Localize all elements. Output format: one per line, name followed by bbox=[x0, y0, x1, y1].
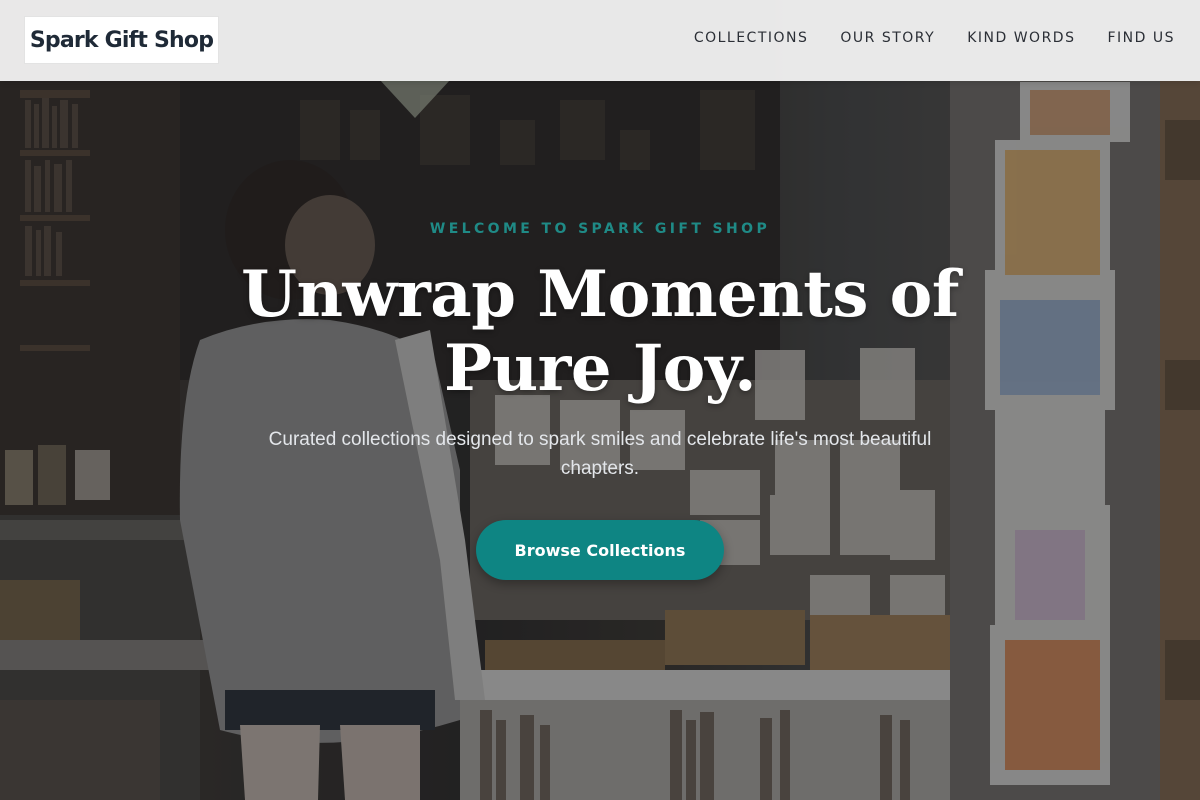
hero-headline: Unwrap Moments of Pure Joy. bbox=[241, 257, 959, 406]
browse-collections-button[interactable]: Browse Collections bbox=[476, 520, 724, 580]
hero-subtitle: Curated collections designed to spark sm… bbox=[268, 429, 932, 479]
nav-link-our-story[interactable]: OUR STORY bbox=[840, 30, 935, 46]
nav-link-find-us[interactable]: FIND US bbox=[1107, 30, 1175, 46]
hero-eyebrow: WELCOME TO SPARK GIFT SHOP bbox=[429, 221, 771, 237]
logo-link[interactable]: Spark Gift Shop bbox=[24, 16, 219, 64]
nav-link-collections[interactable]: COLLECTIONS bbox=[694, 30, 809, 46]
nav-link-kind-words[interactable]: KIND WORDS bbox=[967, 30, 1075, 46]
main-nav: COLLECTIONS OUR STORY KIND WORDS FIND US bbox=[694, 30, 1175, 46]
site-header: Spark Gift Shop COLLECTIONS OUR STORY KI… bbox=[0, 0, 1200, 81]
brand-name: Spark Gift Shop bbox=[29, 27, 214, 53]
